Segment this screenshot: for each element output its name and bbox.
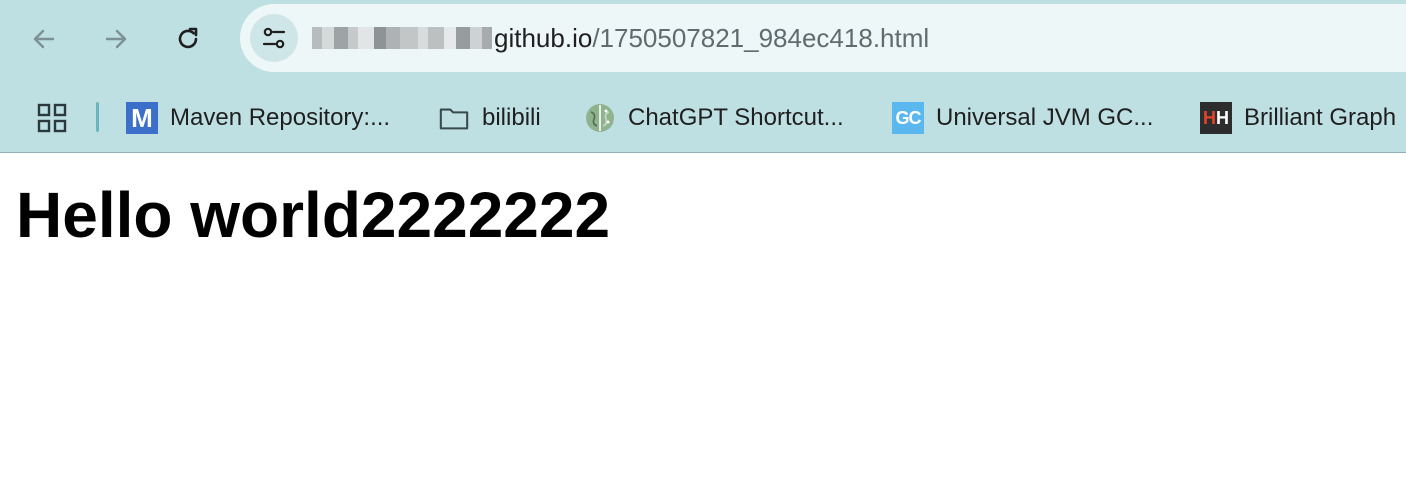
arrow-right-icon	[105, 29, 127, 49]
apps-button[interactable]	[32, 100, 72, 136]
arrow-left-icon	[33, 29, 55, 49]
forward-button[interactable]	[96, 19, 136, 59]
brain-icon	[584, 102, 616, 134]
bookmark-maven[interactable]: M Maven Repository:...	[126, 98, 390, 138]
bookmark-label: bilibili	[482, 104, 541, 131]
bookmark-chatgpt-shortcut[interactable]: ChatGPT Shortcut...	[584, 98, 844, 138]
bookmark-label: ChatGPT Shortcut...	[628, 104, 844, 131]
site-info-button[interactable]	[250, 14, 298, 62]
bookmarks-bar: M Maven Repository:... bilibili ChatGPT …	[0, 84, 1406, 152]
back-button[interactable]	[24, 19, 64, 59]
url-text[interactable]: github.io/1750507821_984ec418.html	[312, 4, 929, 72]
reload-icon	[178, 27, 198, 49]
browser-chrome: github.io/1750507821_984ec418.html M Mav…	[0, 0, 1406, 153]
page-content: Hello world2222222	[0, 153, 1406, 504]
bookmark-label: Universal JVM GC...	[936, 104, 1154, 131]
address-bar[interactable]: github.io/1750507821_984ec418.html	[240, 4, 1406, 72]
bookmark-universal-jvm-gc[interactable]: GC Universal JVM GC...	[892, 98, 1153, 138]
apps-grid-icon	[37, 103, 67, 133]
url-redacted	[312, 25, 492, 51]
hh-icon: HH	[1200, 102, 1232, 134]
page-heading: Hello world2222222	[16, 179, 611, 251]
url-path: /1750507821_984ec418.html	[592, 23, 930, 53]
bookmarks-divider	[96, 102, 99, 132]
bookmark-brilliant-graph[interactable]: HH Brilliant Graph	[1200, 98, 1396, 138]
tune-icon	[262, 27, 286, 49]
maven-icon: M	[126, 102, 158, 134]
gc-icon: GC	[892, 102, 924, 134]
bookmark-label: Brilliant Graph	[1244, 104, 1397, 131]
folder-icon	[438, 102, 470, 134]
reload-button[interactable]	[168, 19, 208, 59]
url-host: github.io	[494, 23, 593, 53]
browser-toolbar: github.io/1750507821_984ec418.html	[0, 0, 1406, 78]
bookmark-folder-bilibili[interactable]: bilibili	[438, 98, 541, 138]
bookmark-label: Maven Repository:...	[170, 104, 391, 131]
